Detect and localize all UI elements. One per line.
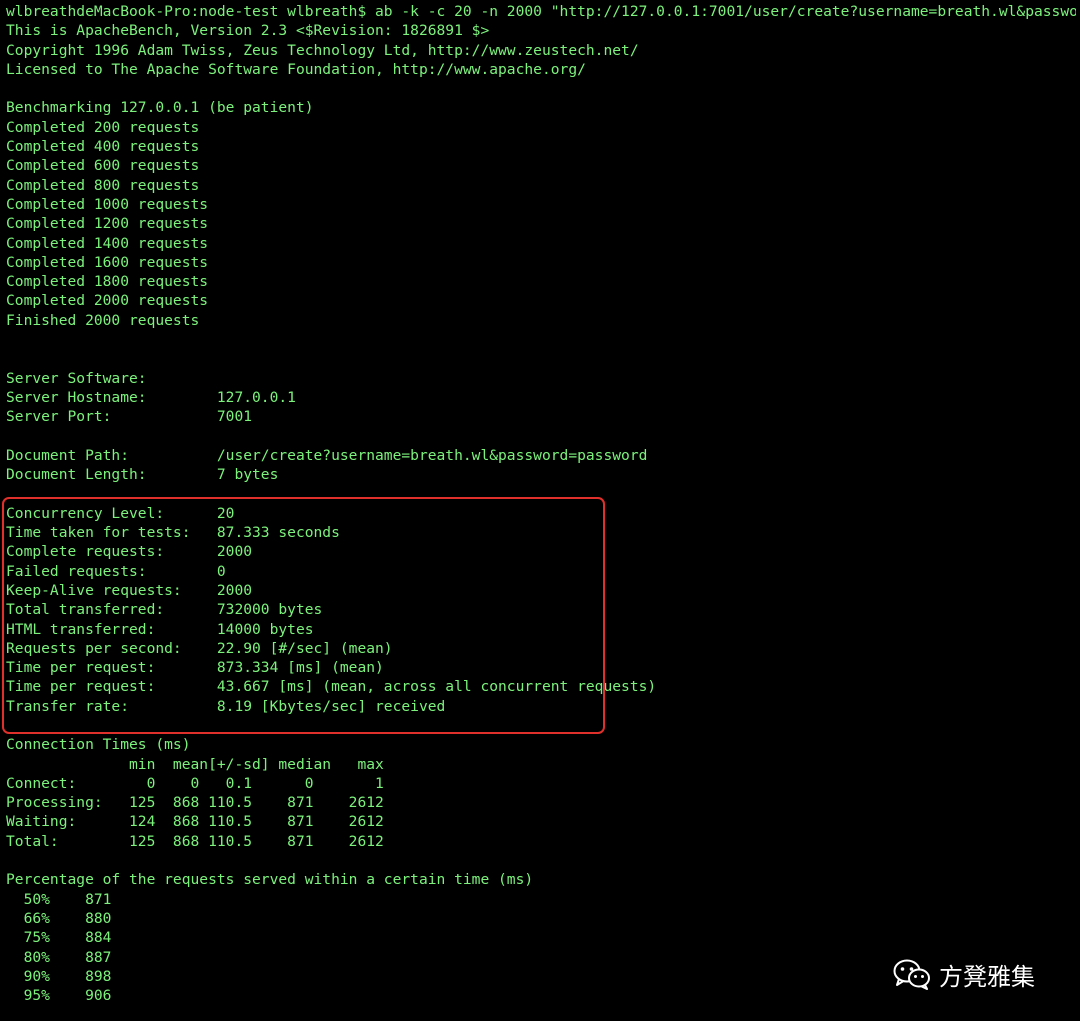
progress-line: Completed 2000 requests [6,292,209,310]
concurrency-level-line: Concurrency Level: 20 [6,504,235,522]
progress-line: Completed 600 requests [6,157,200,175]
percentage-heading: Percentage of the requests served within… [6,871,534,889]
server-software-line: Server Software: [6,369,147,387]
finished-line: Finished 2000 requests [6,311,200,329]
percentile-row: 50% 871 [6,890,112,908]
percentile-row: 75% 884 [6,929,112,947]
watermark: 方凳雅集 [893,954,1035,994]
connection-times-heading: Connection Times (ms) [6,736,191,754]
connection-times-header-row: min mean[+/-sd] median max [6,755,384,773]
progress-line: Completed 1800 requests [6,273,209,291]
progress-line: Completed 400 requests [6,138,200,156]
wechat-icon [893,959,930,990]
server-hostname-line: Server Hostname: 127.0.0.1 [6,388,296,406]
license-line: Licensed to The Apache Software Foundati… [6,60,586,78]
complete-requests-line: Complete requests: 2000 [6,543,253,561]
time-per-request-concurrent-line: Time per request: 43.667 [ms] (mean, acr… [6,678,657,696]
progress-line: Completed 1200 requests [6,215,209,233]
time-taken-line: Time taken for tests: 87.333 seconds [6,524,340,542]
benchmarking-line: Benchmarking 127.0.0.1 (be patient) [6,99,314,117]
server-port-line: Server Port: 7001 [6,408,253,426]
total-transferred-line: Total transferred: 732000 bytes [6,601,323,619]
ab-version-line: This is ApacheBench, Version 2.3 <$Revis… [6,22,490,40]
requests-per-second-line: Requests per second: 22.90 [#/sec] (mean… [6,639,393,657]
transfer-rate-line: Transfer rate: 8.19 [Kbytes/sec] receive… [6,697,446,715]
keep-alive-requests-line: Keep-Alive requests: 2000 [6,581,253,599]
progress-line: Completed 200 requests [6,118,200,136]
watermark-text: 方凳雅集 [939,962,1035,991]
copyright-line: Copyright 1996 Adam Twiss, Zeus Technolo… [6,41,639,59]
progress-line: Completed 800 requests [6,176,200,194]
progress-line: Completed 1000 requests [6,195,209,213]
time-per-request-line: Time per request: 873.334 [ms] (mean) [6,659,384,677]
document-path-line: Document Path: /user/create?username=bre… [6,446,648,464]
html-transferred-line: HTML transferred: 14000 bytes [6,620,314,638]
connection-times-row-connect: Connect: 0 0 0.1 0 1 [6,774,384,792]
connection-times-row-waiting: Waiting: 124 868 110.5 871 2612 [6,813,384,831]
percentile-row: 66% 880 [6,909,112,927]
connection-times-row-total: Total: 125 868 110.5 871 2612 [6,832,384,850]
connection-times-row-processing: Processing: 125 868 110.5 871 2612 [6,794,384,812]
failed-requests-line: Failed requests: 0 [6,562,226,580]
command-prompt-line: wlbreathdeMacBook-Pro:node-test wlbreath… [6,3,1076,20]
terminal-window[interactable]: wlbreathdeMacBook-Pro:node-test wlbreath… [6,2,1076,1021]
progress-line: Completed 1600 requests [6,253,209,271]
document-length-line: Document Length: 7 bytes [6,466,279,484]
progress-line: Completed 1400 requests [6,234,209,252]
